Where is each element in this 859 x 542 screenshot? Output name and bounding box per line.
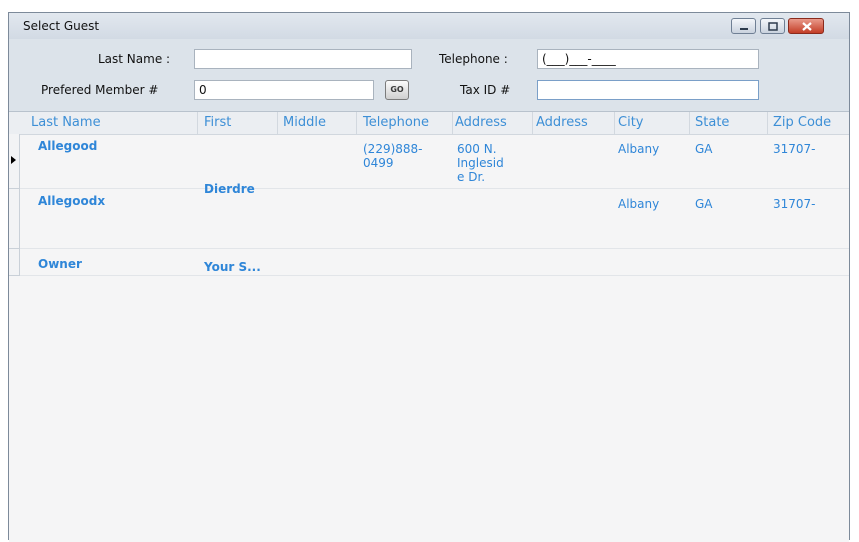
column-divider[interactable] — [767, 112, 768, 134]
row-pointer-icon — [11, 156, 16, 164]
close-icon — [802, 22, 812, 31]
cell-zip: 31707- — [773, 197, 816, 211]
cell-zip: 31707- — [773, 142, 816, 156]
column-header-middle[interactable]: Middle — [283, 115, 326, 130]
last-name-label: Last Name : — [98, 52, 171, 66]
cell-address-line: e Dr. — [457, 170, 486, 184]
select-guest-window: Select Guest Last Name : Prefered Member… — [8, 12, 850, 542]
maximize-button[interactable] — [760, 18, 785, 34]
column-divider[interactable] — [197, 112, 198, 134]
column-header-city[interactable]: City — [618, 115, 643, 130]
cell-last-name: Owner — [38, 257, 82, 271]
tax-id-input[interactable] — [537, 80, 759, 100]
cell-telephone-line: 0499 — [363, 156, 394, 170]
window-title: Select Guest — [23, 19, 100, 33]
column-header-zip[interactable]: Zip Code — [773, 115, 831, 130]
table-row[interactable]: Owner Your S... — [20, 249, 849, 276]
member-number-label: Prefered Member # — [41, 83, 159, 97]
title-bar[interactable]: Select Guest — [9, 13, 849, 39]
maximize-icon — [768, 22, 778, 31]
column-header-address-2[interactable]: Address — [536, 115, 588, 130]
guest-grid: Last Name First Middle Telephone Address… — [9, 111, 849, 542]
column-divider[interactable] — [614, 112, 615, 134]
row-selector[interactable] — [9, 134, 20, 189]
search-form: Last Name : Prefered Member # GO Telepho… — [9, 39, 849, 111]
column-divider[interactable] — [277, 112, 278, 134]
column-header-telephone[interactable]: Telephone — [363, 115, 429, 130]
column-divider[interactable] — [689, 112, 690, 134]
row-selector[interactable] — [9, 249, 20, 276]
cell-first: Your S... — [204, 260, 261, 274]
column-divider[interactable] — [532, 112, 533, 134]
row-selector[interactable] — [9, 189, 20, 249]
column-divider[interactable] — [452, 112, 453, 134]
column-header-first[interactable]: First — [204, 115, 231, 130]
table-row[interactable]: Allegood (229)888- 0499 600 N. Inglesid … — [20, 134, 849, 189]
table-row[interactable]: Allegoodx Dierdre Albany GA 31707- — [20, 182, 849, 249]
cell-telephone-line: (229)888- — [363, 142, 423, 156]
member-number-input[interactable] — [194, 80, 374, 100]
telephone-label: Telephone : — [439, 52, 508, 66]
cell-city: Albany — [618, 142, 660, 156]
cell-address-line: Inglesid — [457, 156, 504, 170]
tax-id-label: Tax ID # — [460, 83, 511, 97]
last-name-input[interactable] — [194, 49, 412, 69]
column-divider[interactable] — [356, 112, 357, 134]
cell-address-line: 600 N. — [457, 142, 497, 156]
telephone-input[interactable] — [537, 49, 759, 69]
go-button[interactable]: GO — [385, 80, 409, 100]
column-header-last-name[interactable]: Last Name — [31, 115, 101, 130]
close-button[interactable] — [788, 18, 824, 34]
cell-last-name: Allegood — [38, 139, 98, 153]
grid-header: Last Name First Middle Telephone Address… — [9, 112, 849, 135]
cell-first: Dierdre — [204, 182, 255, 196]
cell-state: GA — [695, 197, 713, 211]
column-header-address[interactable]: Address — [455, 115, 507, 130]
cell-last-name: Allegoodx — [38, 194, 106, 208]
column-header-state[interactable]: State — [695, 115, 729, 130]
cell-state: GA — [695, 142, 713, 156]
minimize-icon — [740, 28, 748, 30]
minimize-button[interactable] — [731, 18, 756, 34]
cell-city: Albany — [618, 197, 660, 211]
